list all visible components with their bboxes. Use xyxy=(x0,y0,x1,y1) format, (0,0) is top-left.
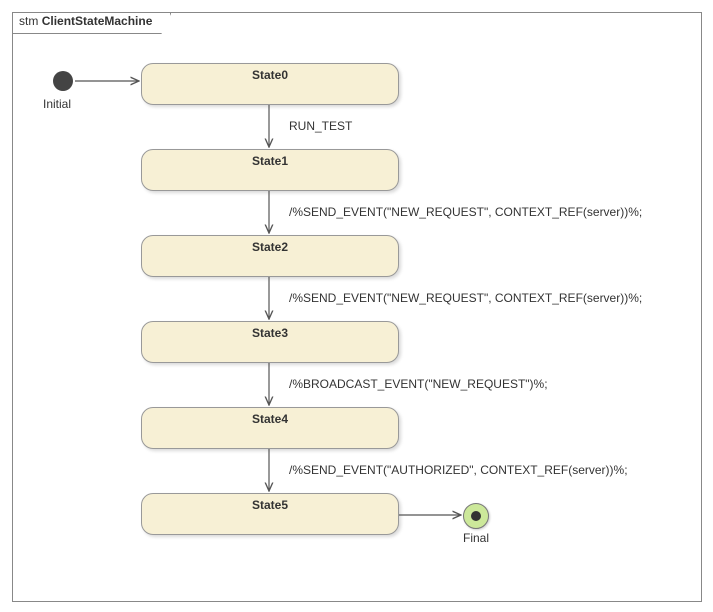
state-name: State1 xyxy=(252,150,288,168)
state-name: State4 xyxy=(252,408,288,426)
state-state2: State2 xyxy=(141,235,399,277)
transition-label-s3-s4: /%BROADCAST_EVENT("NEW_REQUEST")%; xyxy=(289,377,548,391)
state-state5: State5 xyxy=(141,493,399,535)
transition-label-s0-s1: RUN_TEST xyxy=(289,119,352,133)
final-label: Final xyxy=(463,531,489,545)
transition-label-s2-s3: /%SEND_EVENT("NEW_REQUEST", CONTEXT_REF(… xyxy=(289,291,642,305)
frame-title-tab: stm ClientStateMachine xyxy=(13,13,171,34)
state-name: State2 xyxy=(252,236,288,254)
transition-label-s1-s2: /%SEND_EVENT("NEW_REQUEST", CONTEXT_REF(… xyxy=(289,205,642,219)
state-machine-frame: stm ClientStateMachine Initial State0 St… xyxy=(12,12,702,602)
transition-label-s4-s5: /%SEND_EVENT("AUTHORIZED", CONTEXT_REF(s… xyxy=(289,463,628,477)
frame-kind: stm xyxy=(19,14,38,28)
state-state0: State0 xyxy=(141,63,399,105)
state-name: State0 xyxy=(252,64,288,82)
state-state3: State3 xyxy=(141,321,399,363)
state-name: State5 xyxy=(252,494,288,512)
state-state1: State1 xyxy=(141,149,399,191)
state-name: State3 xyxy=(252,322,288,340)
frame-title: ClientStateMachine xyxy=(42,14,153,28)
state-state4: State4 xyxy=(141,407,399,449)
initial-label: Initial xyxy=(43,97,71,111)
initial-pseudostate xyxy=(53,71,73,91)
final-state xyxy=(463,503,489,529)
